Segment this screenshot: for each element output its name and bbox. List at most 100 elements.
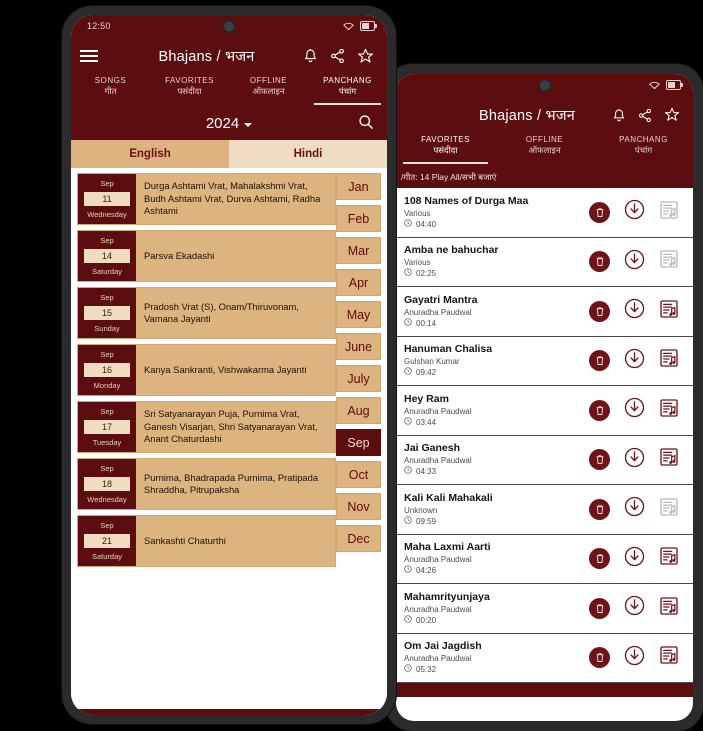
panchang-event-item[interactable]: Sep 21 Saturday Sankashti Chaturthi — [77, 515, 336, 567]
download-circle-icon[interactable] — [624, 447, 645, 473]
playlist-queue-icon[interactable] — [659, 546, 679, 571]
playlist-queue-icon[interactable] — [659, 348, 679, 373]
month-button-nov[interactable]: Nov — [336, 493, 381, 520]
bell-icon[interactable] — [612, 108, 626, 123]
download-circle-icon[interactable] — [624, 348, 645, 374]
song-meta: Hey Ram Anuradha Paudwal 03:44 — [404, 393, 589, 428]
song-row[interactable]: Jai Ganesh Anuradha Paudwal 04:33 — [396, 435, 693, 485]
download-circle-icon[interactable] — [624, 249, 645, 275]
tab-panchang[interactable]: PANCHANG पंचांग — [308, 73, 387, 107]
playlist-queue-icon[interactable] — [659, 447, 679, 472]
trash-icon[interactable] — [589, 251, 610, 273]
trash-icon[interactable] — [589, 449, 610, 471]
month-button-feb[interactable]: Feb — [336, 205, 381, 232]
song-duration: 02:25 — [416, 269, 437, 279]
search-icon[interactable] — [358, 114, 374, 135]
month-button-jan[interactable]: Jan — [336, 173, 381, 200]
month-button-dec[interactable]: Dec — [336, 525, 381, 552]
panchang-event-item[interactable]: Sep 18 Wednesday Purnima, Bhadrapada Purnim… — [77, 458, 336, 510]
event-month: Sep — [100, 236, 114, 245]
event-month: Sep — [100, 464, 114, 473]
hamburger-icon[interactable] — [80, 49, 110, 63]
trash-icon[interactable] — [589, 300, 610, 322]
song-title: Hanuman Chalisa — [404, 343, 493, 356]
month-button-oct[interactable]: Oct — [336, 461, 381, 488]
tab-label-hi: पसंदीदा — [433, 145, 458, 155]
song-row[interactable]: Amba ne bahuchar Various 02:25 — [396, 237, 693, 287]
tab-songs[interactable]: SONGS गीत — [71, 73, 150, 107]
trash-icon[interactable] — [589, 647, 610, 669]
song-row[interactable]: Hey Ram Anuradha Paudwal 03:44 — [396, 386, 693, 436]
star-icon[interactable] — [664, 107, 680, 123]
song-artist: Anuradha Paudwal — [404, 307, 472, 317]
song-row[interactable]: Maha Laxmi Aarti Anuradha Paudwal 04:26 — [396, 534, 693, 584]
download-circle-icon[interactable] — [624, 397, 645, 423]
trash-icon[interactable] — [589, 597, 610, 619]
playlist-queue-icon[interactable] — [659, 249, 679, 274]
tab-panchang[interactable]: PANCHANG पंचांग — [594, 132, 693, 166]
month-button-aug[interactable]: Aug — [336, 397, 381, 424]
tab-favorites[interactable]: FAVORITES पसंदीदा — [150, 73, 229, 107]
song-row[interactable]: 108 Names of Durga Maa Various 04:40 — [396, 188, 693, 238]
month-button-june[interactable]: June — [336, 333, 381, 360]
playlist-queue-icon[interactable] — [659, 398, 679, 423]
download-circle-icon[interactable] — [624, 199, 645, 225]
song-actions — [589, 447, 679, 473]
month-button-may[interactable]: May — [336, 301, 381, 328]
month-button-july[interactable]: July — [336, 365, 381, 392]
month-button-apr[interactable]: Apr — [336, 269, 381, 296]
share-icon[interactable] — [638, 108, 652, 123]
download-circle-icon[interactable] — [624, 496, 645, 522]
playlist-queue-icon[interactable] — [659, 497, 679, 522]
event-day: 15 — [84, 306, 130, 320]
download-circle-icon[interactable] — [624, 546, 645, 572]
left-tab-bar: SONGS गीत FAVORITES पसंदीदा OFFLINE ऑफला… — [71, 73, 387, 107]
song-meta: Jai Ganesh Anuradha Paudwal 04:33 — [404, 442, 589, 477]
panchang-event-item[interactable]: Sep 14 Saturday Parsva Ekadashi — [77, 230, 336, 282]
song-row[interactable]: Om Jai Jagdish Anuradha Paudwal 05:32 — [396, 633, 693, 683]
song-duration-row: 03:44 — [404, 417, 589, 428]
trash-icon[interactable] — [589, 350, 610, 372]
song-meta: Hanuman Chalisa Gulshan Kumar 09:42 — [404, 343, 589, 378]
share-icon[interactable] — [330, 48, 345, 64]
playlist-queue-icon[interactable] — [659, 596, 679, 621]
event-day: 16 — [84, 363, 130, 377]
tab-favorites[interactable]: FAVORITES पसंदीदा — [396, 132, 495, 166]
trash-icon[interactable] — [589, 399, 610, 421]
year-dropdown[interactable]: 2024 — [206, 115, 253, 132]
panchang-event-item[interactable]: Sep 17 Tuesday Sri Satyanarayan Puja, Purni… — [77, 401, 336, 453]
trash-icon[interactable] — [589, 548, 610, 570]
song-row[interactable]: Hanuman Chalisa Gulshan Kumar 09:42 — [396, 336, 693, 386]
play-all-bar[interactable]: /गीत: 14 Play All/सभी बजाएं — [396, 166, 693, 188]
song-row[interactable]: Kali Kali Mahakali Unknown 09:59 — [396, 485, 693, 535]
star-icon[interactable] — [357, 48, 374, 65]
trash-icon[interactable] — [589, 498, 610, 520]
event-description: Durga Ashtami Vrat, Mahalakshmi Vrat, Bu… — [144, 180, 321, 217]
language-tab-english[interactable]: English — [71, 140, 229, 168]
tab-offline[interactable]: OFFLINE ऑफलाइन — [229, 73, 308, 107]
song-duration: 04:33 — [416, 467, 437, 477]
tab-offline[interactable]: OFFLINE ऑफलाइन — [495, 132, 594, 166]
download-circle-icon[interactable] — [624, 595, 645, 621]
panchang-event-item[interactable]: Sep 16 Monday Kanya Sankranti, Vishwakarma … — [77, 344, 336, 396]
playlist-queue-icon[interactable] — [659, 299, 679, 324]
bell-icon[interactable] — [303, 48, 318, 64]
song-title: Jai Ganesh — [404, 442, 461, 455]
download-circle-icon[interactable] — [624, 298, 645, 324]
month-button-mar[interactable]: Mar — [336, 237, 381, 264]
song-row[interactable]: Mahamrityunjaya Anuradha Paudwal 00:20 — [396, 584, 693, 634]
playlist-queue-icon[interactable] — [659, 645, 679, 670]
language-tab-hindi[interactable]: Hindi — [229, 140, 387, 168]
panchang-event-item[interactable]: Sep 11 Wednesday Durga Ashtami Vrat, Mahala… — [77, 173, 336, 225]
panchang-event-item[interactable]: Sep 15 Sunday Pradosh Vrat (S), Onam/Thiruv… — [77, 287, 336, 339]
song-duration: 03:44 — [416, 417, 437, 427]
trash-icon[interactable] — [589, 201, 610, 223]
event-day: 14 — [84, 249, 130, 263]
month-button-sep[interactable]: Sep — [336, 429, 381, 456]
chevron-down-icon — [244, 122, 253, 127]
song-duration: 04:26 — [416, 566, 437, 576]
song-row[interactable]: Gayatri Mantra Anuradha Paudwal 00:14 — [396, 287, 693, 337]
playlist-queue-icon[interactable] — [659, 200, 679, 225]
download-circle-icon[interactable] — [624, 645, 645, 671]
event-weekday: Tuesday — [92, 438, 122, 447]
